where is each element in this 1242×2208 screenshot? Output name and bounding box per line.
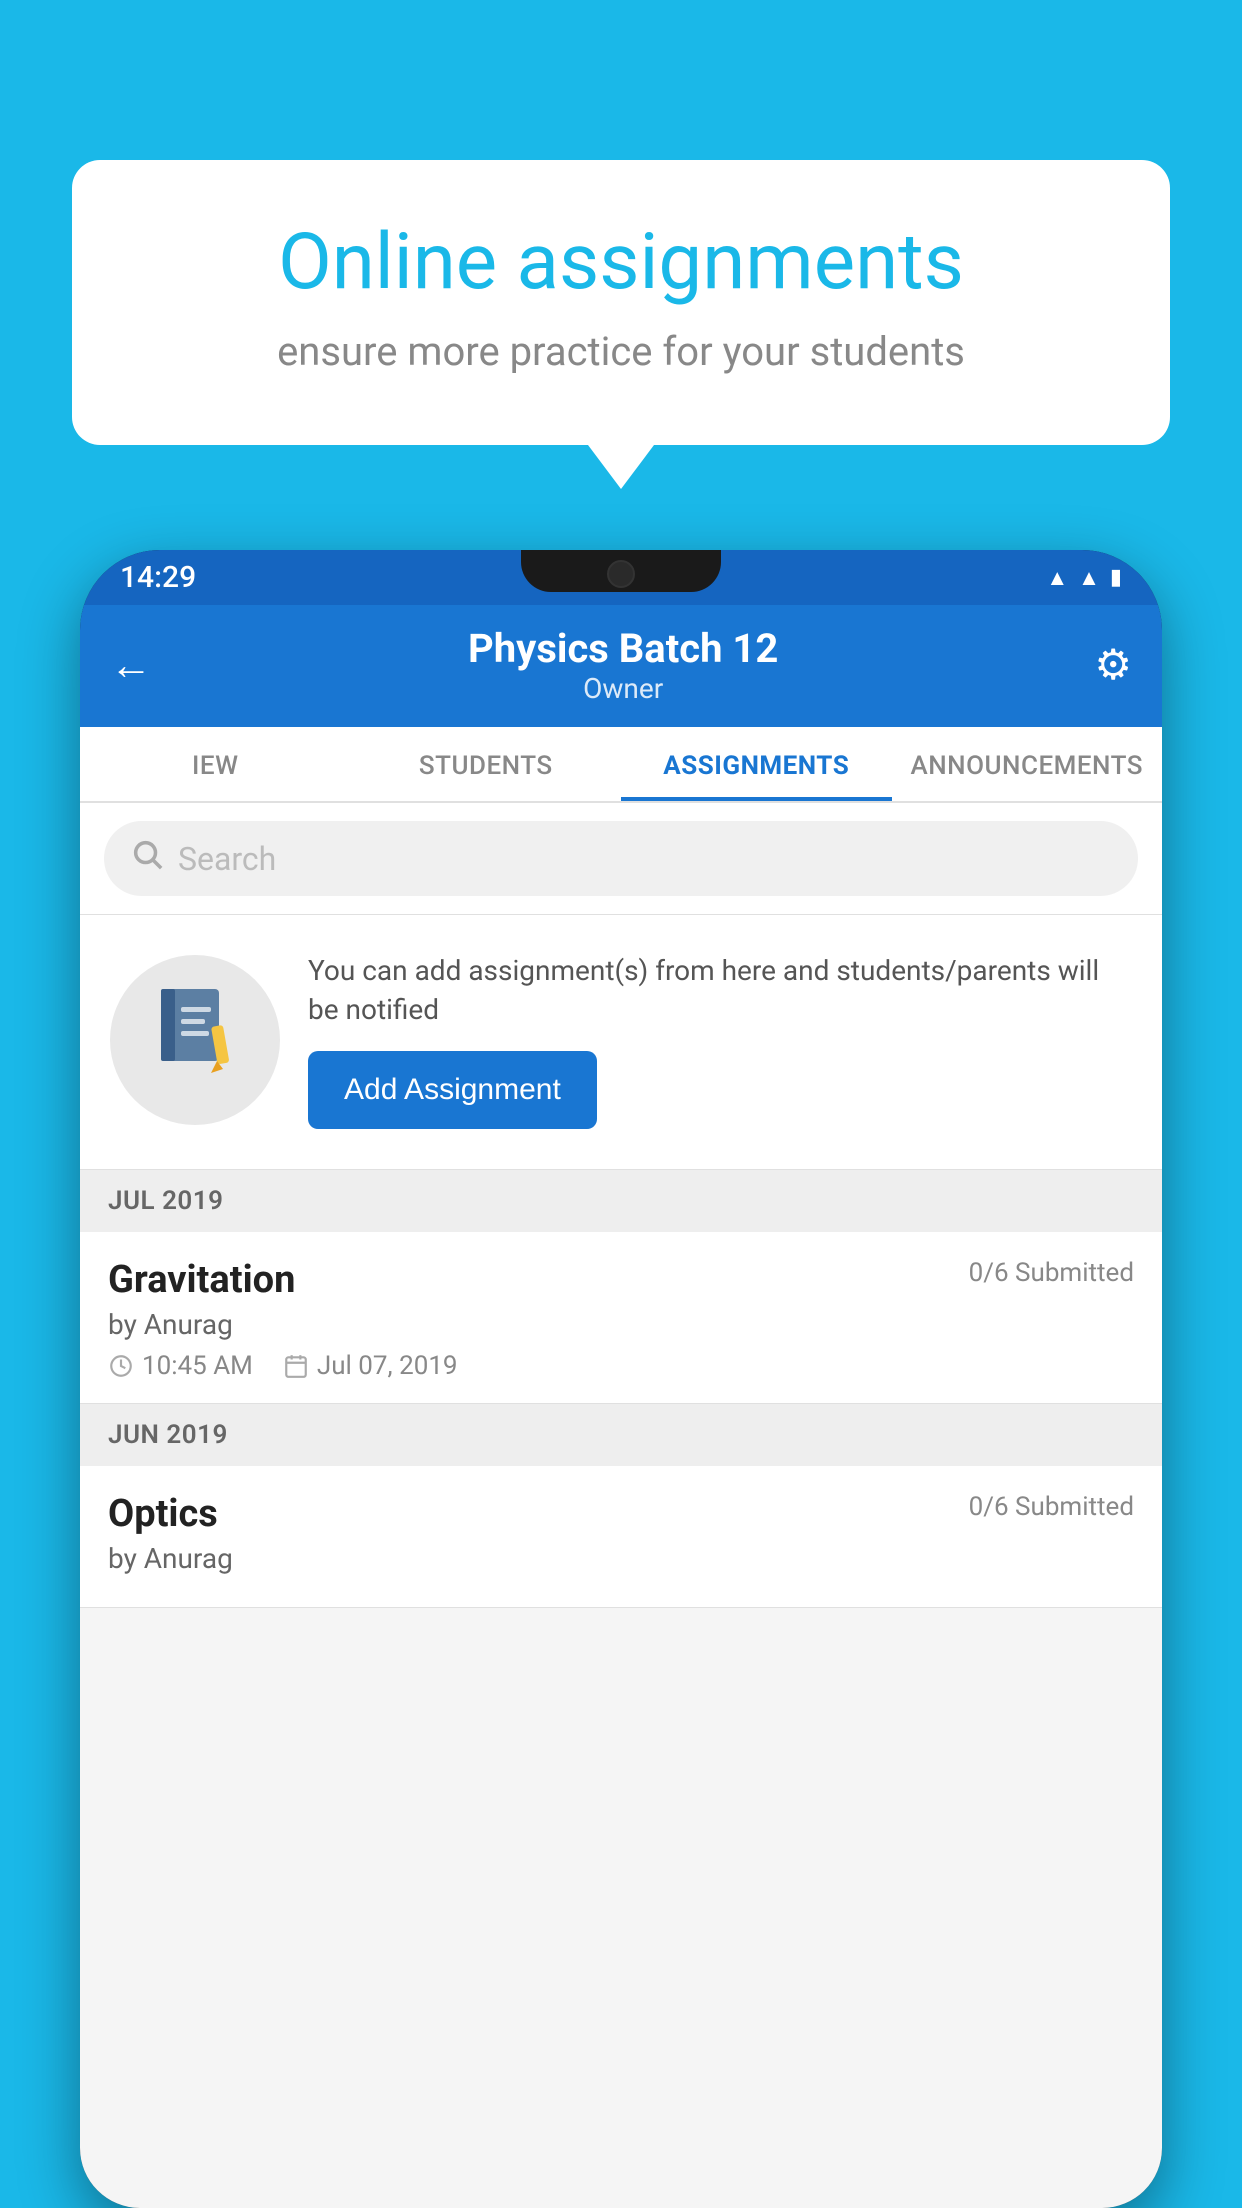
assignment-time: 10:45 AM — [108, 1351, 253, 1381]
header-subtitle: Owner — [468, 672, 778, 705]
search-icon — [130, 837, 164, 880]
assignment-item-optics[interactable]: Optics 0/6 Submitted by Anurag — [80, 1466, 1162, 1608]
assignment-item-gravitation[interactable]: Gravitation 0/6 Submitted by Anurag 10:4… — [80, 1232, 1162, 1404]
signal-icon: ▲ — [1078, 565, 1100, 591]
screen-content: Search — [80, 803, 1162, 2208]
settings-button[interactable]: ⚙ — [1094, 640, 1132, 690]
front-camera — [607, 560, 635, 588]
tab-assignments[interactable]: ASSIGNMENTS — [621, 727, 892, 801]
status-icons: ▲ ▲ ▮ — [1046, 565, 1122, 591]
section-header-jul: JUL 2019 — [80, 1170, 1162, 1232]
battery-icon: ▮ — [1110, 565, 1122, 590]
promo-icon-circle — [110, 955, 280, 1125]
tab-overview[interactable]: IEW — [80, 727, 351, 801]
tab-announcements[interactable]: ANNOUNCEMENTS — [892, 727, 1163, 801]
date-value: Jul 07, 2019 — [317, 1351, 458, 1381]
tab-bar: IEW STUDENTS ASSIGNMENTS ANNOUNCEMENTS — [80, 727, 1162, 803]
bubble-title: Online assignments — [142, 220, 1100, 306]
assignment-row1-optics: Optics 0/6 Submitted — [108, 1492, 1134, 1536]
search-bar[interactable]: Search — [104, 821, 1138, 896]
promo-card: You can add assignment(s) from here and … — [80, 915, 1162, 1170]
assignment-author: by Anurag — [108, 1308, 1134, 1341]
header-title: Physics Batch 12 — [468, 625, 778, 672]
promo-bubble: Online assignments ensure more practice … — [72, 160, 1170, 445]
assignment-submitted-optics: 0/6 Submitted — [969, 1492, 1134, 1522]
phone-notch — [521, 550, 721, 592]
search-container: Search — [80, 803, 1162, 915]
assignment-date: Jul 07, 2019 — [283, 1351, 458, 1381]
assignment-title: Gravitation — [108, 1258, 295, 1302]
promo-right: You can add assignment(s) from here and … — [308, 951, 1132, 1129]
assignment-row1: Gravitation 0/6 Submitted — [108, 1258, 1134, 1302]
phone-screen: 14:29 ▲ ▲ ▮ ← Physics Batch 12 Owner ⚙ I… — [80, 550, 1162, 2208]
assignment-submitted: 0/6 Submitted — [969, 1258, 1134, 1288]
app-header: ← Physics Batch 12 Owner ⚙ — [80, 605, 1162, 727]
time-value: 10:45 AM — [142, 1351, 253, 1381]
phone-frame: 14:29 ▲ ▲ ▮ ← Physics Batch 12 Owner ⚙ I… — [80, 550, 1162, 2208]
promo-text: You can add assignment(s) from here and … — [308, 951, 1132, 1029]
search-placeholder: Search — [178, 840, 276, 878]
assignment-icon — [155, 985, 235, 1095]
back-button[interactable]: ← — [110, 641, 152, 690]
bubble-card: Online assignments ensure more practice … — [72, 160, 1170, 445]
header-title-block: Physics Batch 12 Owner — [468, 625, 778, 705]
section-header-jun: JUN 2019 — [80, 1404, 1162, 1466]
bubble-subtitle: ensure more practice for your students — [142, 328, 1100, 375]
tab-students[interactable]: STUDENTS — [351, 727, 622, 801]
assignment-meta: 10:45 AM Jul 07, 2019 — [108, 1351, 1134, 1381]
assignment-title-optics: Optics — [108, 1492, 218, 1536]
status-time: 14:29 — [120, 560, 196, 595]
wifi-icon: ▲ — [1046, 565, 1068, 591]
add-assignment-button[interactable]: Add Assignment — [308, 1051, 597, 1129]
assignment-author-optics: by Anurag — [108, 1542, 1134, 1575]
